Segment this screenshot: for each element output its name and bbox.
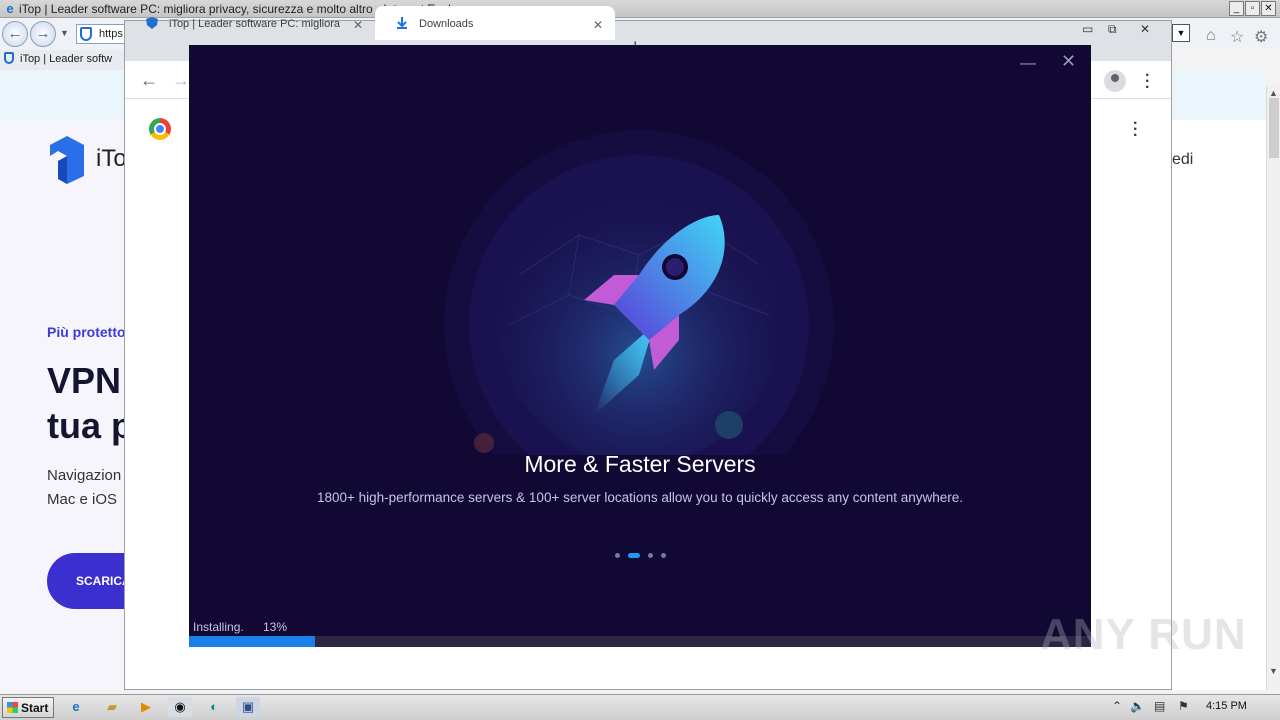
slide-dot[interactable] (647, 553, 653, 559)
itop-logo-icon (50, 136, 84, 184)
favorites-star-icon[interactable]: ☆ (1230, 27, 1244, 47)
chrome-menu-icon[interactable]: · · · (1145, 68, 1150, 96)
download-icon (397, 17, 407, 29)
close-tab-icon[interactable]: ✕ (353, 18, 363, 32)
system-clock: 4:15 PM (1206, 700, 1247, 712)
slide-dot[interactable] (660, 553, 666, 559)
installer-minimize-icon[interactable]: — (1020, 55, 1036, 73)
shield-icon (4, 52, 14, 64)
chrome-window-controls: ▭ ⧉ ✕ (1074, 22, 1174, 36)
start-button[interactable]: Start (2, 697, 54, 718)
minimize-icon[interactable]: ▭ (1082, 22, 1093, 36)
forward-button[interactable]: → (30, 21, 56, 47)
address-bar[interactable]: https (76, 24, 126, 44)
installer-window: — ✕ More & Faster Servers 1800+ high-per… (189, 45, 1091, 647)
history-dropdown-icon[interactable]: ▼ (60, 28, 69, 38)
slide-title: More & Faster Servers (524, 451, 756, 477)
install-progress-percent: 13% (263, 620, 288, 634)
shield-icon (146, 17, 158, 29)
forward-arrow-icon[interactable]: → (172, 70, 190, 91)
anyrun-watermark: ANY RUN (1040, 610, 1247, 659)
hero-body-line2: Mac e iOS (47, 491, 118, 508)
tray-expand-icon[interactable]: ⌃ (1112, 699, 1122, 713)
action-center-flag-icon[interactable]: ⚑ (1178, 699, 1189, 713)
install-status-label: Installing. (193, 620, 244, 634)
restore-icon[interactable]: ⧉ (1108, 22, 1117, 37)
slide-pagination (189, 548, 1091, 562)
chrome-tab-label: Downloads (419, 18, 474, 30)
scroll-down-icon[interactable]: ▼ (1269, 666, 1278, 676)
close-button[interactable]: ✕ (1261, 1, 1276, 16)
settings-gear-icon[interactable]: ⚙ (1254, 27, 1268, 47)
maximize-button[interactable]: ▫ (1245, 1, 1260, 16)
chrome-logo-icon (149, 118, 171, 140)
shield-icon (80, 27, 92, 41)
chrome-taskbar-icon[interactable]: ◉ (168, 697, 192, 717)
home-icon[interactable]: ⌂ (1206, 27, 1216, 45)
back-arrow-icon[interactable]: ← (140, 70, 158, 91)
network-icon[interactable]: ▤ (1154, 699, 1165, 713)
chrome-tab-label: iTop | Leader software PC: migliora (169, 18, 340, 30)
ie-vertical-scrollbar[interactable]: ▲ ▼ (1266, 86, 1280, 690)
brand-name: iTo (96, 145, 127, 172)
ie-tab[interactable]: iTop | Leader softw (4, 52, 112, 65)
install-progress-fill (189, 636, 316, 647)
chrome-tab-itop[interactable]: iTop | Leader software PC: migliora ✕ (125, 6, 375, 40)
scroll-up-icon[interactable]: ▲ (1269, 88, 1278, 98)
ie-tab-label: iTop | Leader softw (20, 53, 113, 65)
installer-close-icon[interactable]: ✕ (1061, 51, 1076, 72)
slide-dot[interactable] (627, 553, 640, 559)
slide-description: 1800+ high-performance servers & 100+ se… (316, 490, 964, 505)
page-right-text: edi (1172, 151, 1194, 168)
start-label: Start (21, 701, 49, 715)
hero-tagline: Più protetto (47, 324, 126, 340)
chrome-tab-downloads[interactable]: Downloads ✕ (375, 6, 615, 40)
install-progress-bar (189, 636, 1091, 647)
address-dropdown-button[interactable]: ▼ (1172, 24, 1190, 42)
windows-flag-icon (7, 702, 18, 713)
address-text: https (99, 28, 123, 40)
rocket-illustration (444, 130, 834, 455)
ie-taskbar-icon[interactable]: e (64, 697, 88, 717)
internet-explorer-icon: e (6, 1, 14, 16)
scroll-thumb[interactable] (1269, 98, 1279, 158)
media-player-icon[interactable]: ▶ (134, 697, 158, 717)
hero-body-line1: Navigazion (47, 467, 122, 484)
edge-icon[interactable]: ◐ (202, 697, 226, 717)
back-button[interactable]: ← (2, 21, 28, 47)
minimize-button[interactable]: _ (1229, 1, 1244, 16)
slide-dot[interactable] (614, 553, 620, 559)
hero-heading-line1: VPN (47, 360, 122, 401)
taskbar (0, 694, 1280, 720)
installer-taskbar-icon[interactable]: ▣ (236, 697, 260, 717)
close-tab-icon[interactable]: ✕ (593, 18, 603, 32)
downloads-menu-icon[interactable]: · · · (1133, 116, 1138, 144)
explorer-folder-icon[interactable]: ▰ (100, 697, 124, 717)
close-icon[interactable]: ✕ (1140, 22, 1150, 36)
profile-avatar-icon[interactable] (1104, 70, 1126, 92)
hero-heading-line2: tua p (47, 405, 133, 446)
ie-tab-strip: iTop | Leader softw (0, 50, 130, 70)
volume-icon[interactable]: 🔈 (1130, 699, 1145, 713)
